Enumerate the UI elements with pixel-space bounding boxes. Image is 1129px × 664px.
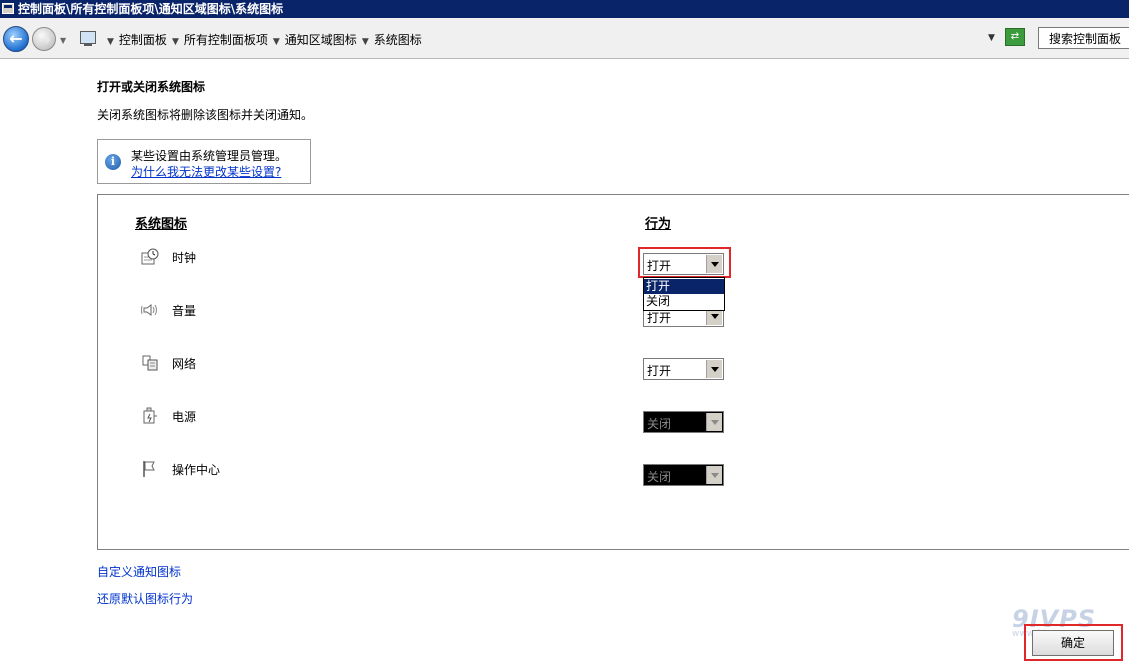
back-button[interactable]: ← <box>3 26 29 52</box>
power-behavior-select: 关闭 <box>643 411 724 433</box>
window-title: 控制面板\所有控制面板项\通知区域图标\系统图标 <box>18 2 284 16</box>
network-icon <box>142 355 158 371</box>
page-heading: 打开或关闭系统图标 <box>97 80 206 94</box>
action-center-flag-icon <box>143 461 155 477</box>
breadcrumb-path: ▼ 控制面板 ▼ 所有控制面板项 ▼ 通知区域图标 ▼ 系统图标 <box>102 31 422 48</box>
row-label-power: 电源 <box>172 410 197 424</box>
refresh-icon[interactable]: ⇄ <box>1005 28 1025 46</box>
history-dropdown-icon[interactable]: ▼ <box>60 36 66 45</box>
select-value: 关闭 <box>647 417 672 431</box>
chevron-down-icon[interactable] <box>706 360 722 378</box>
admin-info-box: i 某些设置由系统管理员管理。 为什么我无法更改某些设置? <box>97 139 311 184</box>
select-value: 关闭 <box>647 470 672 484</box>
computer-icon <box>80 31 96 46</box>
breadcrumb-separator-icon[interactable]: ▼ <box>362 37 369 47</box>
address-dropdown-icon[interactable]: ▼ <box>988 33 995 43</box>
search-input[interactable]: 搜索控制面板 <box>1038 27 1129 49</box>
admin-managed-text: 某些设置由系统管理员管理。 <box>131 149 288 163</box>
row-label-volume: 音量 <box>172 304 197 318</box>
breadcrumb-separator-icon[interactable]: ▼ <box>273 37 280 47</box>
breadcrumb-item[interactable]: 控制面板 <box>119 33 167 47</box>
clock-icon <box>141 248 159 265</box>
column-header-behavior: 行为 <box>645 217 672 232</box>
column-header-system-icons: 系统图标 <box>135 217 188 232</box>
select-value: 打开 <box>647 364 672 378</box>
back-arrow-icon: ← <box>9 29 23 48</box>
row-label-network: 网络 <box>172 357 197 371</box>
breadcrumb[interactable]: ▼ 控制面板 ▼ 所有控制面板项 ▼ 通知区域图标 ▼ 系统图标 <box>76 28 1032 50</box>
breadcrumb-item[interactable]: 系统图标 <box>374 33 422 47</box>
breadcrumb-item[interactable]: 所有控制面板项 <box>184 33 268 47</box>
control-panel-window-icon <box>2 3 14 14</box>
row-label-clock: 时钟 <box>172 251 197 265</box>
highlight-box-clock-select <box>638 247 731 278</box>
chevron-down-icon <box>706 413 722 431</box>
info-icon: i <box>105 154 121 170</box>
row-label-action-center: 操作中心 <box>172 463 221 477</box>
network-behavior-select[interactable]: 打开 <box>643 358 724 380</box>
volume-icon <box>141 304 157 316</box>
breadcrumb-separator-icon[interactable]: ▼ <box>107 37 114 47</box>
address-bar: ← → ▼ ▼ 控制面板 ▼ 所有控制面板项 ▼ 通知区域图标 ▼ 系统图标 <box>0 18 1129 59</box>
page-description: 关闭系统图标将删除该图标并关闭通知。 <box>97 108 314 122</box>
power-icon <box>143 407 157 424</box>
action-center-behavior-select: 关闭 <box>643 464 724 486</box>
breadcrumb-item[interactable]: 通知区域图标 <box>285 33 357 47</box>
chevron-down-icon <box>706 466 722 484</box>
forward-button[interactable]: → <box>32 27 56 51</box>
why-cant-change-link[interactable]: 为什么我无法更改某些设置? <box>131 163 281 180</box>
highlight-box-ok-button <box>1024 624 1123 661</box>
breadcrumb-separator-icon[interactable]: ▼ <box>172 37 179 47</box>
customize-notification-icons-link[interactable]: 自定义通知图标 <box>97 563 181 580</box>
behavior-dropdown-list[interactable]: 打开 关闭 <box>643 277 725 311</box>
select-value: 打开 <box>647 311 672 325</box>
restore-default-icon-behavior-link[interactable]: 还原默认图标行为 <box>97 590 193 607</box>
system-icons-panel <box>97 194 1129 550</box>
forward-arrow-icon: → <box>37 30 51 49</box>
dropdown-option-off[interactable]: 关闭 <box>644 294 724 309</box>
dropdown-option-on[interactable]: 打开 <box>644 279 724 294</box>
window-title-bar: 控制面板\所有控制面板项\通知区域图标\系统图标 <box>0 0 1129 18</box>
